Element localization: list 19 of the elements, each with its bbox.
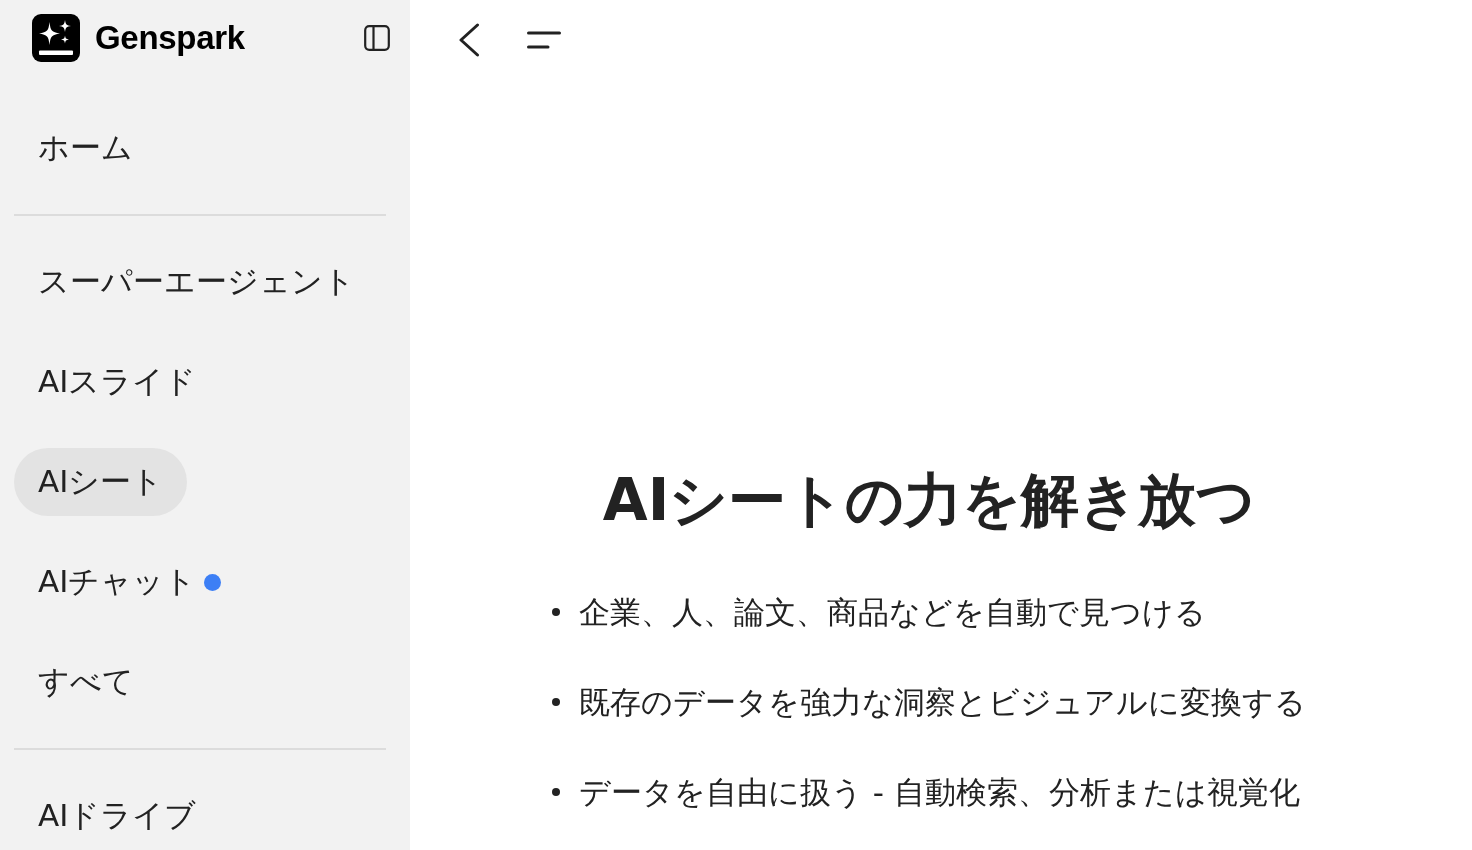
sidebar-item[interactable]: AIシート <box>14 448 188 516</box>
bullet-icon <box>552 787 560 796</box>
sidebar-item[interactable]: すべて <box>14 648 158 716</box>
feature-text: データを自由に扱う - 自動検索、分析または視覚化 <box>579 772 1300 812</box>
bullet-icon <box>552 697 560 706</box>
sidebar-item[interactable]: スーパーエージェント <box>14 248 379 316</box>
sidebar-item[interactable]: ホーム <box>14 114 157 182</box>
brand-name: Genspark <box>95 18 245 58</box>
back-icon[interactable] <box>458 23 480 57</box>
sidebar-toggle-icon[interactable] <box>364 25 390 51</box>
page-heading: AIシートの力を解き放つ <box>602 466 1256 536</box>
bullet-icon <box>552 607 560 616</box>
sidebar-item[interactable]: AIドライブ <box>14 782 221 850</box>
sidebar-item[interactable]: AIスライド <box>14 348 221 416</box>
feature-text: 既存のデータを強力な洞察とビジュアルに変換する <box>579 682 1306 722</box>
feature-text: 企業、人、論文、商品などを自動で見つける <box>579 592 1206 632</box>
menu-icon[interactable] <box>527 31 561 49</box>
sidebar-item[interactable]: AIチャット <box>14 548 246 616</box>
logo-icon <box>32 14 80 62</box>
